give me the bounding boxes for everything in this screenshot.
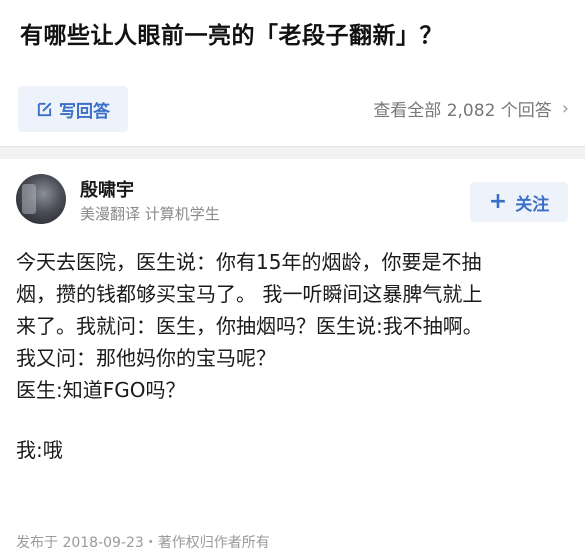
follow-label: 关注: [515, 194, 550, 215]
action-bar: 写回答 查看全部 2,082 个回答 ›: [0, 78, 585, 140]
view-all-label: 查看全部 2,082 个回答: [373, 101, 552, 121]
avatar[interactable]: [16, 174, 66, 224]
answer-line: 医生:知道FGO吗？: [16, 378, 186, 402]
chevron-right-icon: ›: [561, 98, 569, 119]
answer-line: 来了。我就问：医生，你抽烟吗？医生说:我不抽啊。: [16, 314, 483, 338]
answer-line: 今天去医院，医生说：你有15年的烟龄，你要是不抽: [16, 250, 482, 274]
question-title: 有哪些让人眼前一亮的「老段子翻新」？: [20, 23, 443, 49]
plus-icon: +: [488, 189, 508, 214]
answer-footer: 发布于 2018-09-23・著作权归作者所有: [16, 535, 270, 551]
author-header: 殷啸宇 美漫翻译 计算机学生 + 关注: [0, 168, 585, 228]
follow-button[interactable]: + 关注: [470, 182, 568, 222]
view-all-answers-link[interactable]: 查看全部 2,082 个回答 ›: [373, 96, 569, 121]
write-answer-label: 写回答: [59, 101, 110, 122]
author-bio: 美漫翻译 计算机学生: [80, 205, 220, 223]
answer-line: 我又问：那他妈你的宝马呢？: [16, 346, 276, 370]
write-answer-button[interactable]: 写回答: [18, 86, 128, 132]
author-name[interactable]: 殷啸宇: [80, 176, 134, 202]
pencil-edit-icon: [37, 102, 52, 116]
answer-body: 今天去医院，医生说：你有15年的烟龄，你要是不抽 烟，攒的钱都够买宝马了。 我一…: [16, 246, 571, 466]
answer-line: 烟，攒的钱都够买宝马了。 我一听瞬间这暴脾气就上: [16, 282, 483, 306]
section-divider: [0, 146, 585, 159]
answer-line: 我:哦: [16, 438, 63, 462]
